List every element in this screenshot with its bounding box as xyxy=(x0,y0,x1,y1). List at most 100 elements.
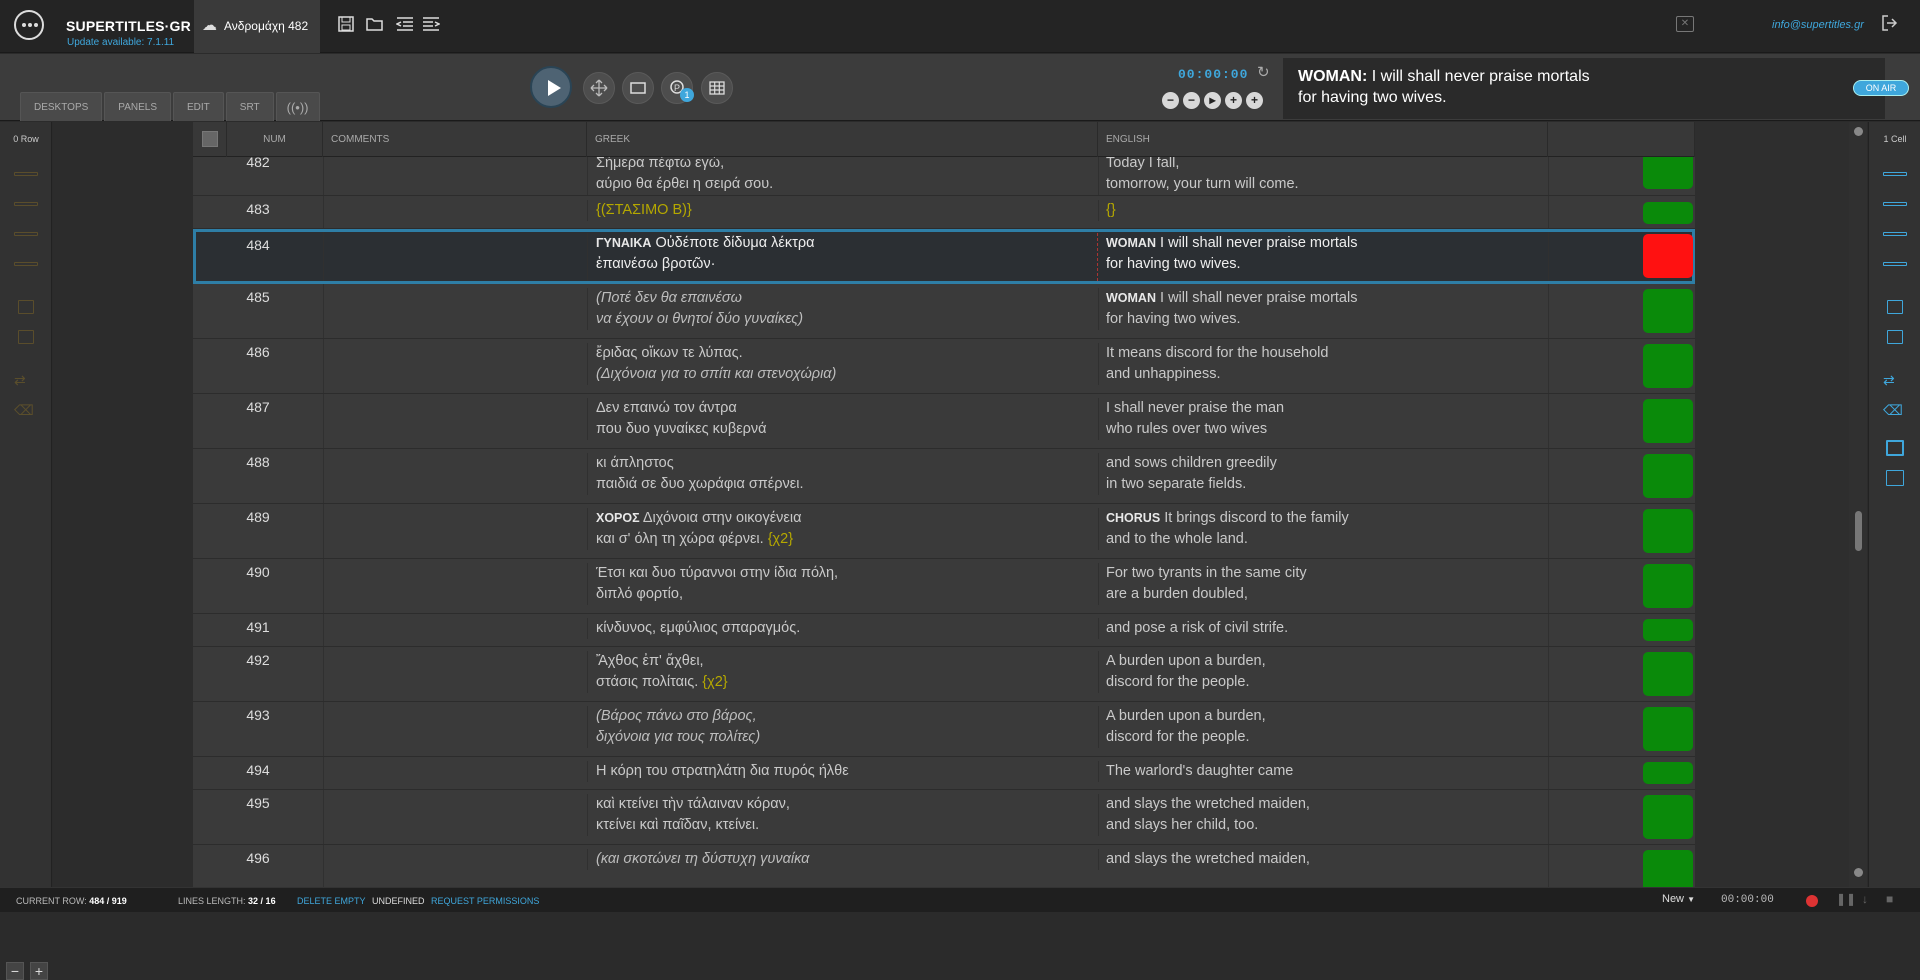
status-indicator[interactable] xyxy=(1643,509,1693,553)
english-cell[interactable]: A burden upon a burden, discord for the p… xyxy=(1098,651,1548,693)
new-dropdown[interactable]: New ▼ xyxy=(1662,893,1695,905)
status-indicator[interactable] xyxy=(1643,234,1693,278)
merge-row-icon[interactable] xyxy=(14,256,38,272)
scroll-down-icon[interactable] xyxy=(1854,868,1863,877)
status-indicator[interactable] xyxy=(1643,707,1693,751)
scroll-thumb[interactable] xyxy=(1855,511,1862,551)
english-cell[interactable]: It means discord for the household and un… xyxy=(1098,343,1548,385)
header-greek[interactable]: GREEK xyxy=(587,122,1098,157)
merge-cell-icon[interactable] xyxy=(1883,256,1907,272)
table-row[interactable]: 494 Η κόρη του στρατηλάτη δια πυρός ήλθε… xyxy=(193,757,1695,790)
logo-icon[interactable] xyxy=(14,10,44,40)
table-row[interactable]: 493 (Βάρος πάνω στο βάρος, διχόνοια για τ… xyxy=(193,702,1695,757)
greek-cell[interactable]: {(ΣΤΑΣΙΜΟ Β)} xyxy=(587,200,1098,221)
delete-empty-link[interactable]: DELETE EMPTY xyxy=(297,896,366,906)
comments-cell[interactable] xyxy=(323,157,587,195)
comments-cell[interactable] xyxy=(323,702,587,756)
greek-cell[interactable]: (Ποτέ δεν θα επαινέσω να έχουν οι θνητοί … xyxy=(587,288,1098,330)
play-button[interactable] xyxy=(530,66,572,108)
greek-cell[interactable]: κι άπληστος παιδιά σε δυο χωράφια σπέρνει… xyxy=(587,453,1098,495)
english-cell[interactable]: For two tyrants in the same city are a bu… xyxy=(1098,563,1548,605)
greek-cell[interactable]: (Βάρος πάνω στο βάρος, διχόνοια για τους … xyxy=(587,706,1098,748)
on-air-toggle[interactable]: ON AIR xyxy=(1853,80,1909,96)
comments-cell[interactable] xyxy=(323,449,587,503)
update-notice[interactable]: Update available: 7.1.11 xyxy=(67,37,174,48)
comments-cell[interactable] xyxy=(323,339,587,393)
table-row[interactable]: 487 Δεν επαινώ τον άντρα που δυο γυναίκες… xyxy=(193,394,1695,449)
greek-cell[interactable]: Ἄχθος ἐπ' ἄχθει, στάσις πολίταις. {χ2} xyxy=(587,651,1098,693)
english-cell[interactable]: The warlord's daughter came xyxy=(1098,761,1548,782)
table-row[interactable]: 496 (και σκοτώνει τη δύστυχη γυναίκα and… xyxy=(193,845,1695,887)
comments-cell[interactable] xyxy=(323,394,587,448)
greek-cell[interactable]: ΓΥΝΑΙΚΑ Οὐδέποτε δίδυμα λέκτρα ἐπαινέσω β… xyxy=(587,233,1098,281)
table-row[interactable]: 486 ἔριδας οἴκων τε λύπας. (Διχόνοια για … xyxy=(193,339,1695,394)
open-folder-icon[interactable] xyxy=(366,16,386,36)
status-indicator[interactable] xyxy=(1643,202,1693,224)
move-button[interactable] xyxy=(583,72,615,104)
comments-cell[interactable] xyxy=(323,647,587,701)
greek-cell[interactable]: (και σκοτώνει τη δύστυχη γυναίκα xyxy=(587,849,1098,870)
select-all-checkbox[interactable] xyxy=(202,131,218,147)
save-cell-icon[interactable] xyxy=(1883,300,1907,316)
status-indicator[interactable] xyxy=(1643,795,1693,839)
english-cell[interactable]: and sows children greedily in two separat… xyxy=(1098,453,1548,495)
copy-row-icon[interactable] xyxy=(14,330,38,346)
greek-cell[interactable]: κίνδυνος, εμφύλιος σπαραγμός. xyxy=(587,618,1098,639)
comments-cell[interactable] xyxy=(323,790,587,844)
grid-button[interactable] xyxy=(701,72,733,104)
swap-cells-icon[interactable]: ⇄ xyxy=(1883,372,1907,388)
status-indicator[interactable] xyxy=(1643,157,1693,189)
save-icon[interactable] xyxy=(338,16,358,36)
copy-icon[interactable] xyxy=(1883,470,1907,486)
status-indicator[interactable] xyxy=(1643,399,1693,443)
status-indicator[interactable] xyxy=(1643,564,1693,608)
header-english[interactable]: ENGLISH xyxy=(1098,122,1548,157)
comments-cell[interactable] xyxy=(323,757,587,789)
status-indicator[interactable] xyxy=(1643,762,1693,784)
eraser-icon[interactable]: ⌫ xyxy=(14,402,38,418)
greek-cell[interactable]: Δεν επαινώ τον άντρα που δυο γυναίκες κυβ… xyxy=(587,398,1098,440)
table-row[interactable]: 491 κίνδυνος, εμφύλιος σπαραγμός. and po… xyxy=(193,614,1695,647)
greek-cell[interactable]: Η κόρη του στρατηλάτη δια πυρός ήλθε xyxy=(587,761,1098,782)
greek-cell[interactable]: καὶ κτείνει τὴν τάλαιναν κόραν, κτείνει κ… xyxy=(587,794,1098,836)
comments-cell[interactable] xyxy=(323,232,587,281)
close-window-icon[interactable]: ✕ xyxy=(1676,16,1694,32)
table-row[interactable]: 490 Έτσι και δυο τύραννοι στην ίδια πόλη… xyxy=(193,559,1695,614)
table-row[interactable]: 492 Ἄχθος ἐπ' ἄχθει, στάσις πολίταις. {χ2… xyxy=(193,647,1695,702)
pause-icon[interactable]: ❚❚ xyxy=(1836,892,1856,906)
comments-cell[interactable] xyxy=(323,614,587,646)
table-row[interactable]: 495 καὶ κτείνει τὴν τάλαιναν κόραν, κτείν… xyxy=(193,790,1695,845)
comments-cell[interactable] xyxy=(323,845,587,887)
indent-icon[interactable] xyxy=(422,16,442,36)
status-indicator[interactable] xyxy=(1643,850,1693,887)
scroll-up-icon[interactable] xyxy=(1854,127,1863,136)
insert-cell-above-icon[interactable] xyxy=(1883,166,1907,182)
small-play-button[interactable]: ▸ xyxy=(1204,92,1221,109)
english-cell[interactable]: A burden upon a burden, discord for the p… xyxy=(1098,706,1548,748)
status-indicator[interactable] xyxy=(1643,289,1693,333)
tab-srt[interactable]: SRT xyxy=(225,92,274,121)
stop-icon[interactable]: ■ xyxy=(1886,892,1893,906)
table-row[interactable]: 483 {(ΣΤΑΣΙΜΟ Β)} {} xyxy=(193,196,1695,229)
logout-icon[interactable] xyxy=(1882,15,1900,35)
screen-button[interactable] xyxy=(622,72,654,104)
save-row-icon[interactable] xyxy=(14,300,38,316)
vertical-scrollbar[interactable] xyxy=(1849,122,1867,887)
eraser-cell-icon[interactable]: ⌫ xyxy=(1883,402,1907,418)
comments-cell[interactable] xyxy=(323,196,587,228)
english-cell[interactable]: and slays the wretched maiden, and slays … xyxy=(1098,794,1548,836)
english-cell[interactable]: WOMAN I will shall never praise mortals f… xyxy=(1098,233,1548,275)
english-cell[interactable]: WOMAN I will shall never praise mortals f… xyxy=(1098,288,1548,330)
insert-row-below-icon[interactable] xyxy=(14,196,38,212)
tab-broadcast[interactable]: ((•)) xyxy=(275,92,320,121)
request-permissions-link[interactable]: REQUEST PERMISSIONS xyxy=(431,896,539,906)
add-cell-icon[interactable] xyxy=(1883,330,1907,346)
comments-cell[interactable] xyxy=(323,504,587,558)
english-cell[interactable]: and slays the wretched maiden, xyxy=(1098,849,1548,870)
tab-panels[interactable]: PANELS xyxy=(104,92,172,121)
rewind-button[interactable]: − xyxy=(1162,92,1179,109)
status-indicator[interactable] xyxy=(1643,619,1693,641)
status-indicator[interactable] xyxy=(1643,344,1693,388)
outdent-icon[interactable] xyxy=(395,16,416,36)
table-row[interactable]: 482 Σήμερα πέφτω εγώ, αύριο θα έρθει η σε… xyxy=(193,157,1695,196)
